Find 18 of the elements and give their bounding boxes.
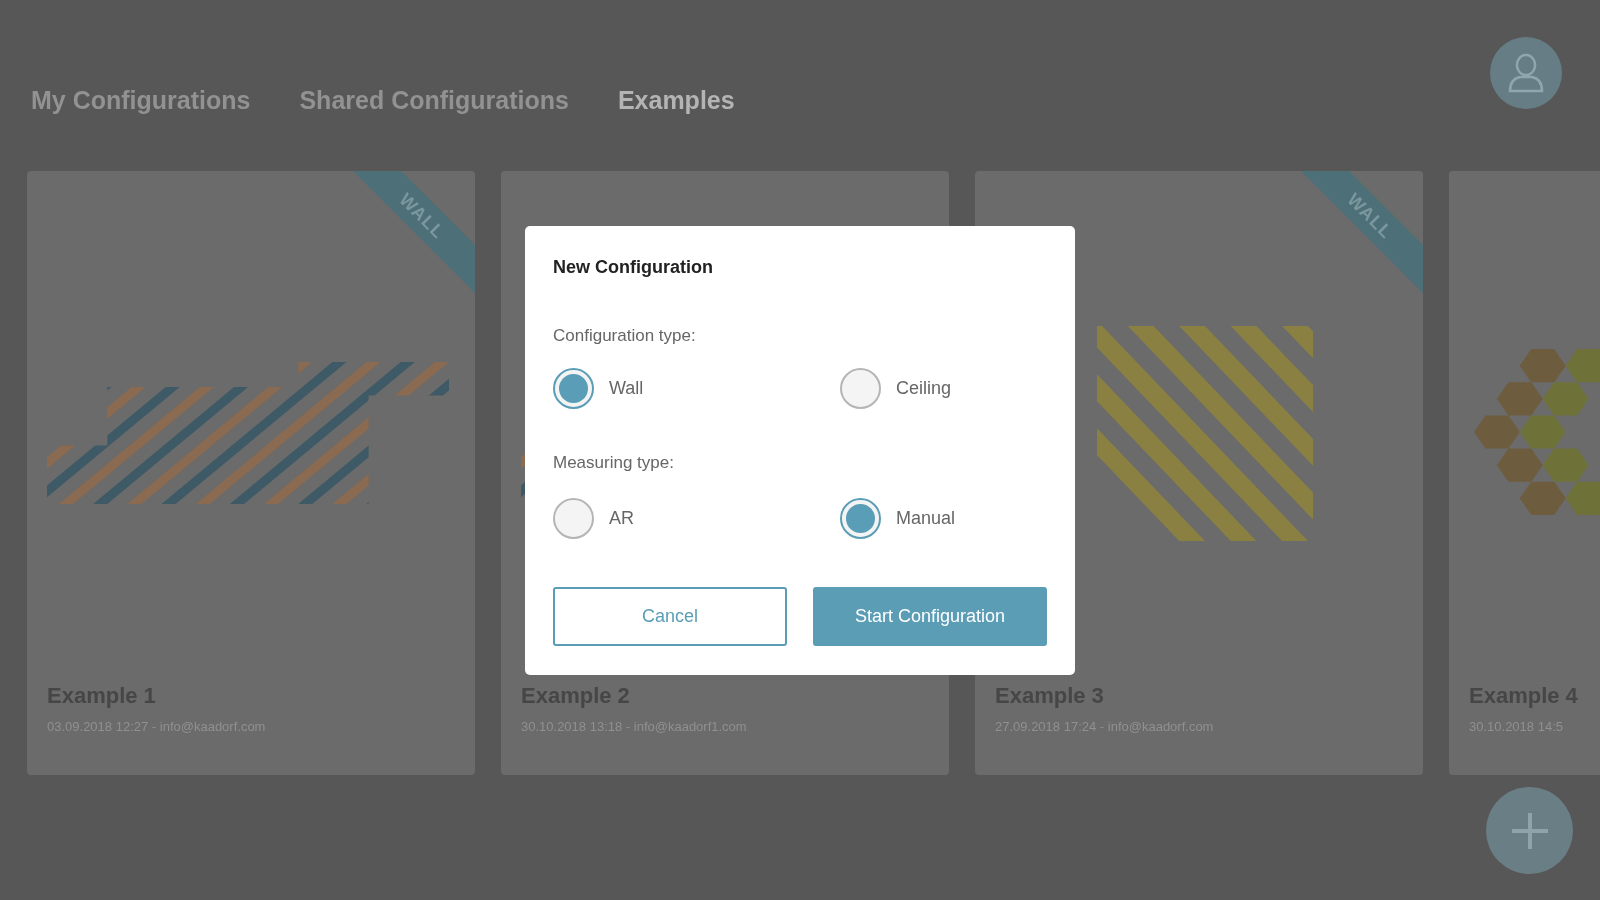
radio-button[interactable] xyxy=(553,498,594,539)
plus-icon xyxy=(1509,810,1550,851)
radio-button[interactable] xyxy=(840,498,881,539)
field-label: Measuring type: xyxy=(553,453,675,473)
tab[interactable]: Examples xyxy=(617,86,735,115)
radio-label: Wall xyxy=(609,378,644,399)
tab[interactable]: Shared Configurations xyxy=(299,86,569,115)
dialog-title: New Configuration xyxy=(553,257,713,278)
tab[interactable]: My Configurations xyxy=(31,86,251,115)
radio-button[interactable] xyxy=(553,368,594,409)
radio-label: AR xyxy=(609,508,634,529)
field-label: Configuration type: xyxy=(553,326,697,346)
radio-label: Manual xyxy=(896,508,956,529)
person-icon xyxy=(1506,52,1546,94)
start-button[interactable]: Start Configuration xyxy=(813,587,1047,646)
radio-label: Ceiling xyxy=(896,378,952,399)
cancel-button[interactable]: Cancel xyxy=(553,587,787,646)
radio-button[interactable] xyxy=(840,368,881,409)
